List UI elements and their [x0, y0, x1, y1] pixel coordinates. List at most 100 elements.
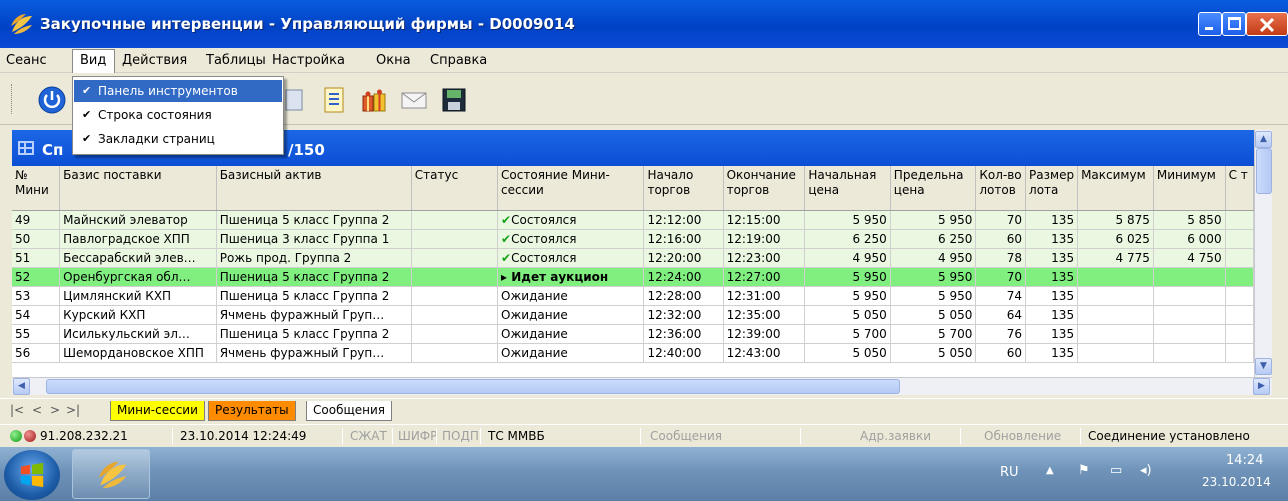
horizontal-scroll-thumb[interactable]: [46, 379, 900, 394]
tab-results[interactable]: Результаты: [208, 401, 296, 421]
tab-mini-sessions[interactable]: Мини-сессии: [110, 401, 205, 421]
network-icon[interactable]: ▭: [1110, 463, 1122, 478]
cell-extra: [1225, 248, 1254, 268]
cell-limit: 5 950: [890, 267, 977, 287]
cell-state: Ожидание: [497, 343, 645, 363]
cell-text: 12:43:00: [726, 345, 781, 360]
next-page-icon[interactable]: >: [50, 403, 60, 417]
flag-icon[interactable]: ⚑: [1078, 463, 1090, 478]
scroll-down-icon[interactable]: ▼: [1255, 358, 1272, 375]
cell-max: 5 875: [1077, 210, 1154, 230]
cell-text: 5 050: [938, 345, 973, 360]
menu-item-toolbar[interactable]: ✔ Панель инструментов: [74, 80, 282, 102]
cell-status: [411, 210, 499, 230]
horizontal-scrollbar[interactable]: ◀ ▶: [12, 377, 1272, 395]
menu-tables[interactable]: Таблицы: [206, 53, 266, 68]
cell-status: [411, 267, 499, 287]
cell-limit: 5 050: [890, 305, 977, 325]
vertical-scrollbar[interactable]: ▲ ▼: [1254, 130, 1272, 377]
power-icon[interactable]: [38, 86, 66, 114]
cell-price: 4 950: [804, 248, 891, 268]
gift-icon[interactable]: [360, 86, 388, 114]
save-icon[interactable]: [440, 86, 468, 114]
cell-max: [1077, 324, 1154, 344]
language-indicator[interactable]: RU: [1000, 465, 1019, 480]
cell-text: 5 050: [938, 307, 973, 322]
cell-end: 12:31:00: [723, 286, 806, 306]
col-header-extra[interactable]: С т: [1225, 166, 1254, 211]
last-page-icon[interactable]: >|: [66, 403, 80, 417]
cell-n: 56: [12, 343, 61, 363]
table-row[interactable]: 49 Майнский элеватор Пшеница 5 класс Групп…: [12, 210, 1254, 230]
table-row[interactable]: 50 Павлоградское ХПП Пшеница 3 класс Групп…: [12, 229, 1254, 249]
cell-limit: 4 950: [890, 248, 977, 268]
status-exchange: ТС ММВБ: [488, 429, 545, 443]
cell-text: 135: [1051, 307, 1075, 322]
menu-item-statusbar[interactable]: ✔ Строка состояния: [74, 104, 282, 126]
close-button[interactable]: [1246, 12, 1288, 36]
scroll-left-icon[interactable]: ◀: [13, 378, 30, 395]
menu-actions[interactable]: Действия: [122, 53, 187, 68]
col-header-state[interactable]: Состояние Мини-сессии: [497, 166, 645, 211]
table-row[interactable]: 53 Цимлянский КХП Пшеница 5 класс Группа 2…: [12, 286, 1254, 306]
menu-view[interactable]: Вид: [80, 53, 106, 68]
cell-text: 53: [15, 288, 31, 303]
minimize-button[interactable]: [1198, 12, 1222, 36]
status-messages: Сообщения: [650, 429, 723, 443]
tab-messages[interactable]: Сообщения: [306, 401, 393, 421]
table-row[interactable]: 56 Шемордановское ХПП Ячмень фуражный Груп…: [12, 343, 1254, 363]
page-tab-strip: |< < > >| Мини-сессии Результаты Сообщен…: [0, 398, 1288, 422]
col-header-basis[interactable]: Базис поставки: [59, 166, 217, 211]
col-header-asset[interactable]: Базисный актив: [216, 166, 412, 211]
col-header-max[interactable]: Максимум: [1077, 166, 1154, 211]
tray-expand-icon[interactable]: ▲: [1046, 465, 1054, 476]
col-header-start[interactable]: Начало торгов: [643, 166, 724, 211]
clock-time[interactable]: 14:24: [1226, 453, 1263, 468]
cell-text: 12:32:00: [647, 307, 702, 322]
col-header-limit-price[interactable]: Предельна цена: [890, 166, 977, 211]
cell-limit: 5 050: [890, 343, 977, 363]
volume-icon[interactable]: ◂): [1140, 463, 1152, 478]
cell-text: 12:31:00: [726, 288, 781, 303]
col-header-status[interactable]: Статус: [411, 166, 499, 211]
col-header-number[interactable]: № Мини: [12, 166, 61, 211]
cell-text: 4 950: [938, 250, 973, 265]
menu-windows[interactable]: Окна: [376, 53, 411, 68]
prev-page-icon[interactable]: <: [32, 403, 42, 417]
menu-session[interactable]: Сеанс: [6, 53, 47, 68]
table-row[interactable]: 52 Оренбургская обл… Пшеница 5 класс Групп…: [12, 267, 1254, 287]
menu-item-page-tabs[interactable]: ✔ Закладки страниц: [74, 128, 282, 150]
table-row[interactable]: 55 Исилькульский эл… Пшеница 5 класс Групп…: [12, 324, 1254, 344]
cell-text: 5 950: [852, 288, 887, 303]
vertical-scroll-thumb[interactable]: [1256, 148, 1272, 194]
status-separator: [1080, 428, 1081, 444]
cell-lots: 60: [975, 343, 1027, 363]
col-header-min[interactable]: Минимум: [1153, 166, 1226, 211]
clock-date[interactable]: 23.10.2014: [1202, 475, 1271, 489]
print-icon[interactable]: [280, 86, 308, 114]
first-page-icon[interactable]: |<: [10, 403, 24, 417]
check-icon: ✔: [501, 250, 512, 265]
mini-sessions-table: № Мини Базис поставки Базисный актив Ста…: [12, 166, 1254, 363]
maximize-button[interactable]: [1222, 12, 1246, 36]
cell-text: 76: [1006, 326, 1023, 341]
envelope-icon[interactable]: [400, 86, 428, 114]
col-header-start-price[interactable]: Начальная цена: [804, 166, 891, 211]
scroll-up-icon[interactable]: ▲: [1255, 131, 1272, 148]
scroll-right-icon[interactable]: ▶: [1253, 378, 1270, 395]
menu-settings[interactable]: Настройка: [272, 53, 345, 68]
col-header-lot-size[interactable]: Размер лота: [1025, 166, 1079, 211]
col-header-lots[interactable]: Кол-во лотов: [975, 166, 1027, 211]
cell-text: 50: [15, 231, 31, 246]
cell-status: [411, 229, 499, 249]
taskbar-app-button[interactable]: [72, 449, 150, 499]
cell-basis: Исилькульский эл…: [59, 324, 217, 344]
col-header-end[interactable]: Окончание торгов: [723, 166, 806, 211]
cell-end: 12:27:00: [723, 267, 806, 287]
table-row[interactable]: 54 Курский КХП Ячмень фуражный Груп… Ожидан…: [12, 305, 1254, 325]
table-row[interactable]: 51 Бессарабский элев… Рожь прод. Группа 2 ✔…: [12, 248, 1254, 268]
toolbar-grip[interactable]: [11, 84, 14, 114]
menu-help[interactable]: Справка: [430, 53, 487, 68]
start-button[interactable]: [4, 450, 60, 500]
document-icon[interactable]: [320, 86, 348, 114]
